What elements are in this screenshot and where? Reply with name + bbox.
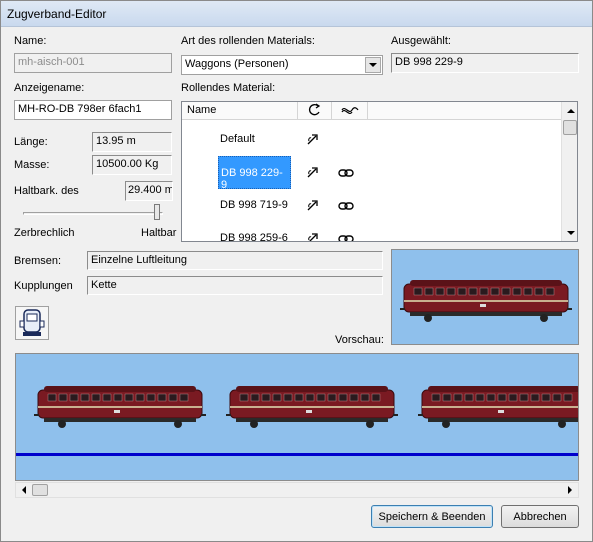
- list-item[interactable]: Default: [182, 123, 561, 156]
- display-name-input[interactable]: MH-RO-DB 798er 6fach1: [14, 100, 172, 120]
- durability-label: Haltbark. des: [14, 185, 79, 197]
- name-label: Name:: [14, 35, 47, 47]
- consist-train-car[interactable]: [226, 384, 398, 430]
- arrow-reverse-icon[interactable]: [306, 198, 320, 212]
- list-item-name: Default: [220, 133, 255, 145]
- name-field[interactable]: mh-aisch-001: [14, 53, 172, 73]
- consist-horizontal-scrollbar[interactable]: [15, 482, 579, 498]
- list-item-name: DB 998 259-6: [220, 232, 288, 242]
- save-and-exit-button[interactable]: Speichern & Beenden: [371, 505, 493, 528]
- length-value: 13.95 m: [92, 132, 172, 152]
- arrow-reverse-icon[interactable]: [306, 132, 320, 146]
- couplings-label: Kupplungen: [14, 280, 73, 292]
- locomotive-front-button[interactable]: [15, 306, 49, 340]
- list-header: Name: [182, 102, 561, 120]
- mass-label: Masse:: [14, 159, 50, 171]
- material-type-select[interactable]: Waggons (Personen): [181, 55, 383, 75]
- durability-value: 29.400 m: [125, 181, 173, 201]
- coupling-icon: [340, 107, 359, 115]
- rolling-material-list[interactable]: Name Default DB 998 229-9 DB 998 719-9 DB 9…: [181, 101, 578, 242]
- display-name-label: Anzeigename:: [14, 82, 85, 94]
- brakes-value: Einzelne Luftleitung: [87, 251, 383, 270]
- column-rotate[interactable]: [298, 102, 332, 120]
- rolling-material-label: Rollendes Material:: [181, 82, 276, 94]
- fragile-label: Zerbrechlich: [14, 227, 75, 239]
- list-item-name: DB 998 229-9: [218, 156, 291, 191]
- mass-value: 10500.00 Kg: [92, 155, 172, 175]
- list-item[interactable]: DB 998 229-9: [182, 156, 561, 191]
- chain-link-icon[interactable]: [338, 168, 354, 178]
- horizontal-scroll-thumb[interactable]: [32, 484, 48, 496]
- column-name[interactable]: Name: [182, 102, 298, 120]
- chain-link-icon[interactable]: [338, 201, 354, 211]
- scroll-right-icon[interactable]: [562, 483, 578, 497]
- arrow-reverse-icon[interactable]: [306, 231, 320, 242]
- chain-link-icon[interactable]: [338, 234, 354, 242]
- scroll-thumb[interactable]: [563, 120, 577, 135]
- column-name-label: Name: [187, 104, 217, 116]
- column-coupling[interactable]: [332, 102, 368, 120]
- selected-value: DB 998 229-9: [391, 53, 579, 73]
- rotate-icon: [308, 103, 320, 116]
- zugverband-editor-window: Zugverband-Editor Name: mh-aisch-001 Anz…: [0, 0, 593, 542]
- consist-train-car[interactable]: [418, 384, 579, 430]
- track-line: [16, 453, 578, 456]
- selected-label: Ausgewählt:: [391, 35, 451, 47]
- vehicle-preview: [391, 249, 579, 345]
- scroll-up-icon[interactable]: [562, 102, 577, 119]
- locomotive-front-icon: [19, 309, 45, 336]
- list-item[interactable]: DB 998 259-6: [182, 222, 561, 242]
- arrow-reverse-icon[interactable]: [306, 165, 320, 179]
- preview-label: Vorschau:: [335, 334, 384, 346]
- list-item-name: DB 998 719-9: [220, 199, 288, 211]
- couplings-value: Kette: [87, 276, 383, 295]
- list-item[interactable]: DB 998 719-9: [182, 189, 561, 222]
- window-title: Zugverband-Editor: [7, 7, 107, 21]
- consist-view: [15, 353, 579, 481]
- dropdown-arrow-icon[interactable]: [365, 57, 381, 73]
- durability-slider-thumb[interactable]: [154, 204, 161, 220]
- scroll-down-icon[interactable]: [562, 224, 577, 241]
- brakes-label: Bremsen:: [14, 255, 62, 267]
- material-type-value: Waggons (Personen): [185, 58, 289, 70]
- material-type-label: Art des rollenden Materials:: [181, 35, 315, 47]
- scroll-left-icon[interactable]: [16, 483, 32, 497]
- length-label: Länge:: [14, 136, 48, 148]
- consist-train-car[interactable]: [34, 384, 206, 430]
- cancel-button[interactable]: Abbrechen: [501, 505, 579, 528]
- durable-label: Haltbar: [141, 227, 177, 239]
- list-vertical-scrollbar[interactable]: [561, 102, 577, 241]
- titlebar: Zugverband-Editor: [1, 1, 592, 27]
- durability-slider-track[interactable]: [23, 212, 163, 215]
- preview-train-car: [400, 280, 572, 322]
